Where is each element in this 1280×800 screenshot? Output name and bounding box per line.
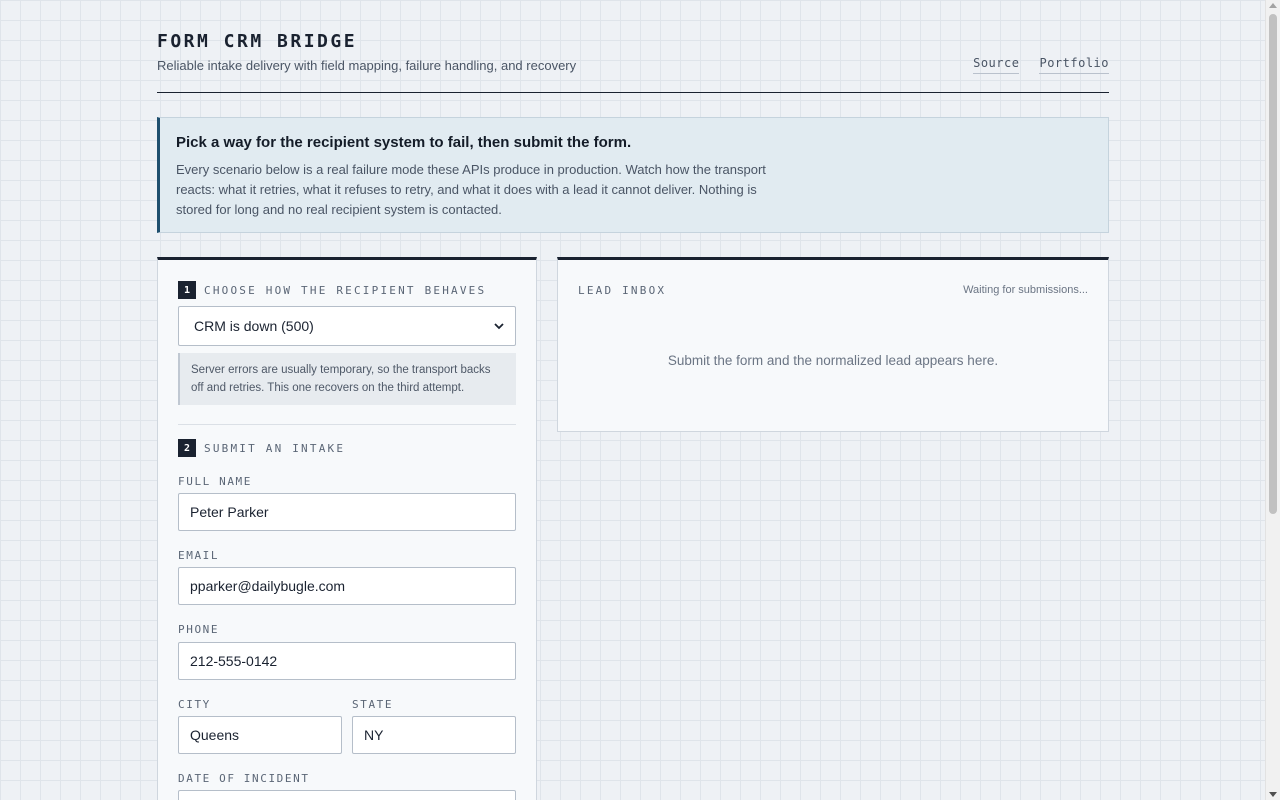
scroll-up-icon[interactable] bbox=[1269, 3, 1277, 8]
city-label: CITY bbox=[178, 698, 211, 711]
phone-field[interactable]: 212-555-0142 bbox=[178, 642, 516, 680]
city-field[interactable]: Queens bbox=[178, 716, 342, 754]
full-name-field[interactable]: Peter Parker bbox=[178, 493, 516, 531]
inbox-empty-message: Submit the form and the normalized lead … bbox=[667, 353, 999, 368]
date-of-incident-field[interactable] bbox=[178, 790, 516, 800]
step-1-label: CHOOSE HOW THE RECIPIENT BEHAVES bbox=[204, 283, 487, 297]
selected-scenario: CRM is down (500) bbox=[194, 318, 314, 334]
step-2-number: 2 bbox=[178, 439, 196, 457]
banner-title: Pick a way for the recipient system to f… bbox=[176, 134, 632, 151]
page-title: FORM CRM BRIDGE bbox=[157, 31, 358, 52]
page-subtitle: Reliable intake delivery with field mapp… bbox=[157, 58, 577, 73]
banner-text: Every scenario below is a real failure m… bbox=[176, 162, 766, 217]
email-field[interactable]: pparker@dailybugle.com bbox=[178, 567, 516, 605]
chevron-down-icon bbox=[494, 323, 504, 330]
email-label: EMAIL bbox=[178, 549, 220, 562]
page-header: FORM CRM BRIDGE Reliable intake delivery… bbox=[157, 30, 1109, 93]
recipient-behavior-select[interactable]: CRM is down (500) bbox=[178, 306, 516, 346]
phone-label: PHONE bbox=[178, 623, 220, 636]
intake-form-panel: 1 CHOOSE HOW THE RECIPIENT BEHAVES CRM i… bbox=[157, 257, 537, 800]
top-links: Source Portfolio bbox=[973, 56, 1109, 74]
inbox-title: LEAD INBOX bbox=[578, 284, 667, 297]
step-2-heading: 2 SUBMIT AN INTAKE bbox=[178, 439, 345, 457]
divider bbox=[178, 424, 516, 425]
state-field[interactable]: NY bbox=[352, 716, 516, 754]
portfolio-link[interactable]: Portfolio bbox=[1039, 56, 1109, 74]
lead-inbox-panel: LEAD INBOX Waiting for submissions... Su… bbox=[557, 257, 1109, 432]
scroll-down-icon[interactable] bbox=[1269, 792, 1277, 797]
state-label: STATE bbox=[352, 698, 394, 711]
scroll-thumb[interactable] bbox=[1269, 14, 1277, 514]
instructions-banner: Pick a way for the recipient system to f… bbox=[157, 117, 1109, 233]
scenario-hint: Server errors are usually temporary, so … bbox=[178, 353, 516, 405]
inbox-status: Waiting for submissions... bbox=[963, 284, 1088, 296]
date-of-incident-label: DATE OF INCIDENT bbox=[178, 772, 310, 785]
step-1-heading: 1 CHOOSE HOW THE RECIPIENT BEHAVES bbox=[178, 281, 486, 299]
step-2-label: SUBMIT AN INTAKE bbox=[204, 441, 346, 455]
step-1-number: 1 bbox=[178, 281, 196, 299]
full-name-label: FULL NAME bbox=[178, 475, 253, 488]
page-scrollbar[interactable] bbox=[1265, 0, 1280, 800]
source-link[interactable]: Source bbox=[973, 56, 1020, 74]
